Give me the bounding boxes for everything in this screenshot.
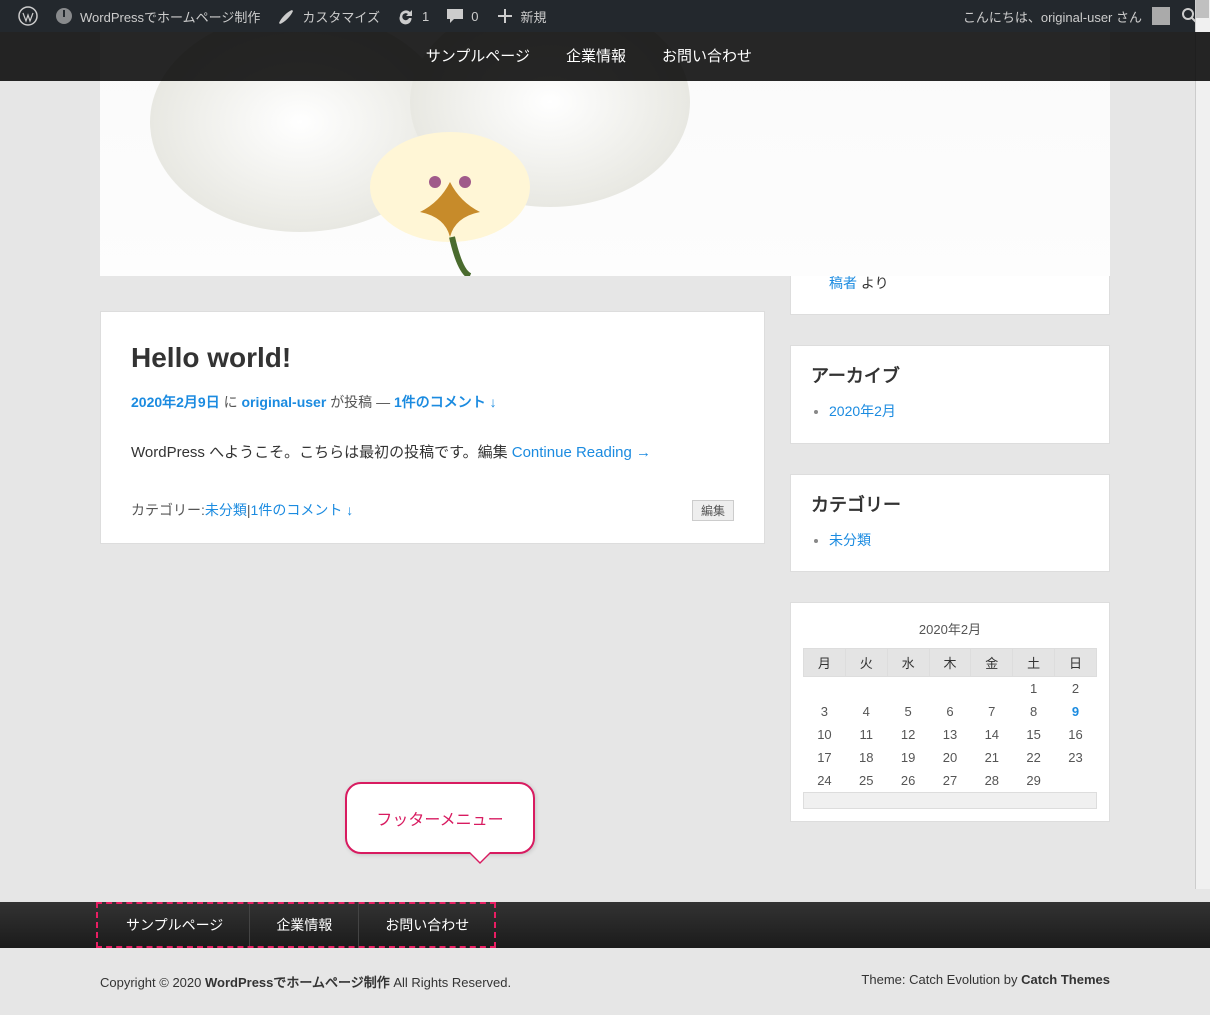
widget-archives: アーカイブ 2020年2月 [790, 345, 1110, 443]
calendar-body: 1234567891011121314151617181920212223242… [804, 676, 1097, 792]
scrollbar[interactable] [1195, 0, 1210, 889]
brush-icon [276, 6, 296, 26]
site-name[interactable]: WordPressでホームページ制作 [46, 0, 268, 32]
comment-icon [445, 6, 465, 26]
calendar-caption: 2020年2月 [803, 613, 1097, 648]
footer-item-company[interactable]: 企業情報 [249, 902, 358, 948]
nav-item-contact[interactable]: お問い合わせ [644, 32, 770, 81]
footer-item-sample[interactable]: サンプルページ [100, 902, 249, 948]
nav-item-company[interactable]: 企業情報 [548, 32, 644, 81]
post-author[interactable]: original-user [242, 394, 327, 410]
refresh-icon [396, 6, 416, 26]
calendar-head-row: 月火水木金土日 [804, 648, 1097, 676]
site-name-label: WordPressでホームページ制作 [80, 7, 260, 26]
site-footer: Copyright © 2020 WordPressでホームページ制作 All … [0, 948, 1210, 1015]
post-body: WordPress へようこそ。こちらは最初の投稿です。編集 Continue … [131, 440, 734, 466]
calendar-day-link[interactable]: 9 [1072, 704, 1079, 719]
footer-theme-link[interactable]: Catch Themes [1021, 972, 1110, 987]
post-title[interactable]: Hello world! [131, 342, 734, 374]
new-label: 新規 [521, 7, 547, 26]
footer-nav: フッターメニュー サンプルページ 企業情報 お問い合わせ [0, 902, 1210, 948]
post-category-link[interactable]: 未分類 [205, 500, 247, 520]
post: Hello world! 2020年2月9日 に original-user が… [100, 311, 765, 544]
wp-logo[interactable] [10, 0, 46, 32]
updates-count: 1 [422, 9, 429, 24]
continue-reading-link[interactable]: Continue Reading → [512, 444, 651, 461]
widget-title: カテゴリー [811, 491, 1089, 517]
edit-button[interactable]: 編集 [692, 500, 734, 521]
dashboard-icon [54, 6, 74, 26]
wp-admin-bar: WordPressでホームページ制作 カスタマイズ 1 0 新規 こんにちは、o… [0, 0, 1210, 32]
scrollbar-thumb[interactable] [1196, 0, 1209, 18]
customize-label: カスタマイズ [302, 7, 380, 26]
post-meta: 2020年2月9日 に original-user が投稿 — 1件のコメント … [131, 392, 734, 412]
customize[interactable]: カスタマイズ [268, 0, 388, 32]
new-content[interactable]: 新規 [487, 0, 555, 32]
widget-calendar: 2020年2月 月火水木金土日 123456789101112131415161… [790, 602, 1110, 822]
wordpress-icon [18, 6, 38, 26]
list-item: 未分類 [829, 529, 1089, 551]
updates[interactable]: 1 [388, 0, 437, 32]
comments-pending[interactable]: 0 [437, 0, 486, 32]
widget-title: アーカイブ [811, 362, 1089, 388]
footer-item-contact[interactable]: お問い合わせ [358, 902, 495, 948]
nav-item-sample[interactable]: サンプルページ [408, 32, 548, 81]
list-item: 2020年2月 [829, 400, 1089, 422]
post-comments-link[interactable]: 1件のコメント ↓ [394, 394, 497, 410]
post-footer-meta: カテゴリー: 未分類 | 1件のコメント ↓ 編集 [131, 500, 734, 521]
primary-nav: サンプルページ 企業情報 お問い合わせ [0, 32, 1210, 81]
plus-icon [495, 6, 515, 26]
calendar-table: 2020年2月 月火水木金土日 123456789101112131415161… [803, 613, 1097, 809]
post-footer-comments-link[interactable]: 1件のコメント ↓ [251, 500, 354, 520]
footer-site-link[interactable]: WordPressでホームページ制作 [205, 975, 390, 990]
annotation-callout: フッターメニュー [345, 782, 535, 854]
greeting[interactable]: こんにちは、original-user さん [963, 7, 1142, 26]
widget-categories: カテゴリー 未分類 [790, 474, 1110, 572]
comments-count: 0 [471, 9, 478, 24]
post-date[interactable]: 2020年2月9日 [131, 394, 220, 410]
avatar[interactable] [1152, 7, 1170, 25]
